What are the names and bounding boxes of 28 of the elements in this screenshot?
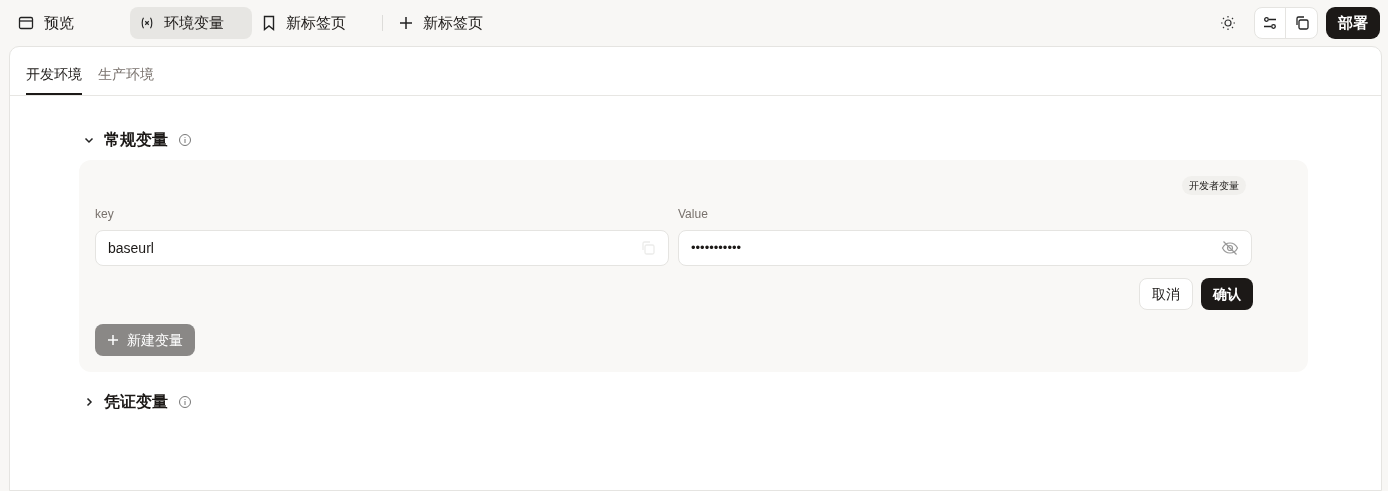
tab[interactable]: 环境变量: [130, 7, 252, 39]
field-label: Value: [678, 206, 709, 223]
tab[interactable]: 预览: [8, 7, 84, 39]
tab[interactable]: 新标签页: [252, 7, 376, 39]
variable-icon: [140, 16, 154, 30]
tab[interactable]: 新标签页: [389, 7, 493, 39]
brightness-icon[interactable]: [1220, 15, 1236, 31]
deploy-button[interactable]: 部署: [1326, 7, 1380, 39]
info-icon[interactable]: [178, 395, 192, 409]
key-input-field[interactable]: baseurl: [95, 230, 669, 266]
environment-tab[interactable]: 生产环境: [98, 59, 154, 95]
developer-variable-tag: 开发者变量: [1182, 176, 1246, 195]
info-icon[interactable]: [178, 133, 192, 147]
cancel-button[interactable]: 取消: [1139, 278, 1193, 310]
eye-slash-icon[interactable]: [1221, 239, 1239, 257]
plus-icon: [399, 16, 413, 30]
sliders-icon: [1262, 15, 1278, 31]
field-label: key: [95, 206, 115, 223]
copy-icon: [1293, 15, 1310, 31]
confirm-button[interactable]: 确认: [1201, 278, 1253, 310]
value-input-field[interactable]: •••••••••••: [678, 230, 1252, 266]
section-title: 常规变量: [104, 130, 168, 150]
new-variable-button[interactable]: 新建变量: [95, 324, 195, 356]
window-icon: [18, 15, 34, 31]
plus-icon: [107, 334, 119, 346]
bookmark-icon: [262, 15, 276, 31]
section-title: 凭证变量: [104, 392, 168, 412]
environment-tab[interactable]: 开发环境: [26, 59, 82, 95]
